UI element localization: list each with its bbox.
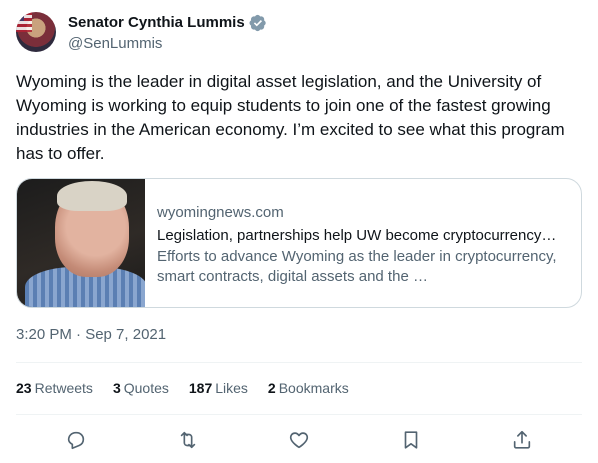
name-row: Senator Cynthia Lummis [68,13,267,33]
avatar[interactable] [16,12,56,52]
engagement-stats: 23 Retweets 3 Quotes 187 Likes 2 Bookmarks [16,380,369,396]
quotes-count: 3 [112,380,121,396]
card-domain: wyomingnews.com [157,204,284,221]
likes-count: 187 [188,380,213,396]
divider [16,414,582,415]
display-name[interactable]: Senator Cynthia Lummis [68,14,245,31]
card-description: Efforts to advance Wyoming as the leader… [157,248,557,285]
handle[interactable]: @SenLummis [68,35,267,52]
share-icon[interactable] [508,426,536,454]
quotes-stat[interactable]: 3 Quotes [113,380,169,396]
quotes-label: Quotes [123,380,169,396]
retweets-stat[interactable]: 23 Retweets [16,380,93,396]
bookmark-icon[interactable] [397,426,425,454]
link-card[interactable]: wyomingnews.com Legislation, partnership… [16,178,582,308]
bookmarks-label: Bookmarks [278,380,349,396]
reply-icon[interactable] [62,426,90,454]
author-info: Senator Cynthia Lummis @SenLummis [68,13,267,52]
tweet-header: Senator Cynthia Lummis @SenLummis [16,12,267,52]
timestamp[interactable]: 3:20 PM · Sep 7, 2021 [16,326,166,343]
divider [16,362,582,363]
tweet-text: Wyoming is the leader in digital asset l… [16,72,565,163]
retweet-icon[interactable] [174,426,202,454]
like-icon[interactable] [285,426,313,454]
bookmarks-stat[interactable]: 2 Bookmarks [268,380,349,396]
card-title: Legislation, partnerships help UW become… [157,227,557,244]
retweets-count: 23 [16,380,32,396]
action-bar [16,426,582,454]
card-body: wyomingnews.com Legislation, partnership… [145,179,581,307]
likes-label: Likes [215,380,248,396]
verified-badge-icon[interactable] [249,14,267,32]
bookmarks-count: 2 [267,380,276,396]
card-thumbnail [17,179,145,307]
retweets-label: Retweets [34,380,93,396]
likes-stat[interactable]: 187 Likes [189,380,248,396]
